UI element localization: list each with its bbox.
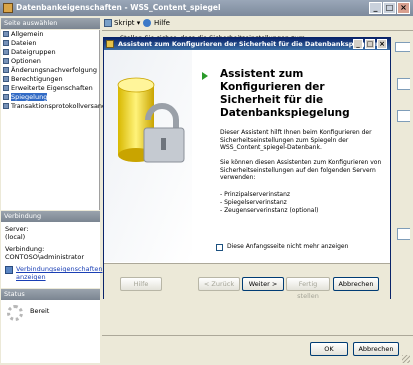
hide-start-page-label: Diese Anfangsseite nicht mehr anzeigen	[227, 243, 349, 250]
wizard-maximize-button[interactable]: □	[365, 39, 375, 49]
wizard-help-button[interactable]: Hilfe	[120, 277, 162, 291]
page-icon	[3, 94, 9, 100]
toolbar-divider	[102, 30, 413, 31]
resize-grip-icon[interactable]	[402, 355, 410, 363]
nav-item-dateien[interactable]: Dateien	[3, 39, 36, 48]
page-list: Allgemein Dateien Dateigruppen Optionen …	[1, 30, 106, 210]
wizard-minimize-button[interactable]: _	[353, 39, 363, 49]
nav-item-erweiterte-eigenschaften[interactable]: Erweiterte Eigenschaften	[3, 84, 93, 93]
connection-value: CONTOSO\administrator	[5, 253, 84, 261]
page-icon	[3, 31, 9, 37]
toolbar: Skript ▾ Hilfe	[102, 16, 413, 30]
window-title: Datenbankeigenschaften - WSS_Content_spi…	[16, 3, 221, 12]
nav-item-spiegelung[interactable]: Spiegelung	[3, 93, 48, 102]
page-icon	[3, 67, 9, 73]
wizard-back-button[interactable]: < Zurück	[198, 277, 240, 291]
status-panel: Bereit	[1, 300, 100, 363]
wizard-button-bar: Hilfe < Zurück Weiter > Fertig stellen A…	[104, 263, 390, 300]
connection-panel: Server: (local) Verbindung: CONTOSO\admi…	[1, 222, 103, 288]
server-label: Server:	[5, 225, 29, 233]
script-button[interactable]: Skript ▾	[114, 16, 140, 30]
nav-item-transaktionsprotokollversand[interactable]: Transaktionsprotokollversand	[3, 102, 106, 111]
nav-item-optionen[interactable]: Optionen	[3, 57, 41, 66]
page-icon	[3, 58, 9, 64]
database-lock-illustration	[104, 50, 192, 262]
main-field-edge	[397, 78, 410, 90]
select-page-header: Seite auswählen	[1, 18, 100, 29]
main-field-edge	[397, 228, 410, 240]
wizard-cancel-button[interactable]: Abbrechen	[333, 277, 379, 291]
main-button-edge	[395, 42, 410, 52]
nav-item-allgemein[interactable]: Allgemein	[3, 30, 43, 39]
ok-button[interactable]: OK	[310, 342, 348, 356]
footer-divider	[102, 335, 413, 336]
minimize-button[interactable]: _	[369, 2, 382, 14]
page-icon	[3, 76, 9, 82]
close-button[interactable]: ×	[397, 2, 410, 14]
connection-properties-icon	[5, 266, 13, 274]
server-value: (local)	[5, 233, 26, 241]
wizard-heading: Assistent zum Konfigurieren der Sicherhe…	[220, 68, 350, 119]
main-field-edge	[397, 110, 410, 122]
wizard-title: Assistent zum Konfigurieren der Sicherhe…	[118, 40, 386, 48]
progress-spinner-icon	[7, 305, 23, 321]
server-list-item: - Spiegelserverinstanz	[220, 199, 287, 206]
nav-item-aenderungsnachverfolgung[interactable]: Änderungsnachverfolgung	[3, 66, 97, 75]
cancel-button[interactable]: Abbrechen	[353, 342, 399, 356]
server-list-item: - Zeugenserverinstanz (optional)	[220, 207, 319, 214]
security-wizard-dialog: Assistent zum Konfigurieren der Sicherhe…	[103, 37, 391, 300]
maximize-button[interactable]: □	[383, 2, 396, 14]
window-titlebar: Datenbankeigenschaften - WSS_Content_spi…	[0, 0, 413, 16]
page-icon	[3, 49, 9, 55]
wizard-next-button[interactable]: Weiter >	[242, 277, 284, 291]
script-icon	[104, 19, 112, 27]
status-value: Bereit	[30, 307, 50, 315]
server-list-item: - Prinzipalserverinstanz	[220, 191, 291, 198]
connection-label: Verbindung:	[5, 245, 45, 253]
status-header: Status	[1, 289, 100, 300]
nav-item-berechtigungen[interactable]: Berechtigungen	[3, 75, 63, 84]
help-icon	[143, 19, 151, 27]
arrow-right-icon	[202, 72, 208, 80]
nav-item-dateigruppen[interactable]: Dateigruppen	[3, 48, 56, 57]
wizard-icon	[106, 40, 114, 48]
connection-header: Verbindung	[1, 211, 100, 222]
wizard-titlebar: Assistent zum Konfigurieren der Sicherhe…	[104, 38, 390, 50]
help-button[interactable]: Hilfe	[154, 16, 170, 30]
page-icon	[3, 103, 9, 109]
connection-properties-link[interactable]: Verbindungseigenschaften anzeigen	[16, 265, 103, 281]
wizard-servers-intro: Sie können diesen Assistenten zum Konfig…	[220, 159, 382, 181]
page-icon	[3, 40, 9, 46]
wizard-close-button[interactable]: ×	[377, 39, 387, 49]
wizard-finish-button[interactable]: Fertig stellen	[286, 277, 330, 300]
wizard-description: Dieser Assistent hilft Ihnen beim Konfig…	[220, 129, 372, 151]
page-icon	[3, 85, 9, 91]
database-icon	[3, 3, 13, 13]
hide-start-page-checkbox[interactable]	[216, 244, 223, 251]
